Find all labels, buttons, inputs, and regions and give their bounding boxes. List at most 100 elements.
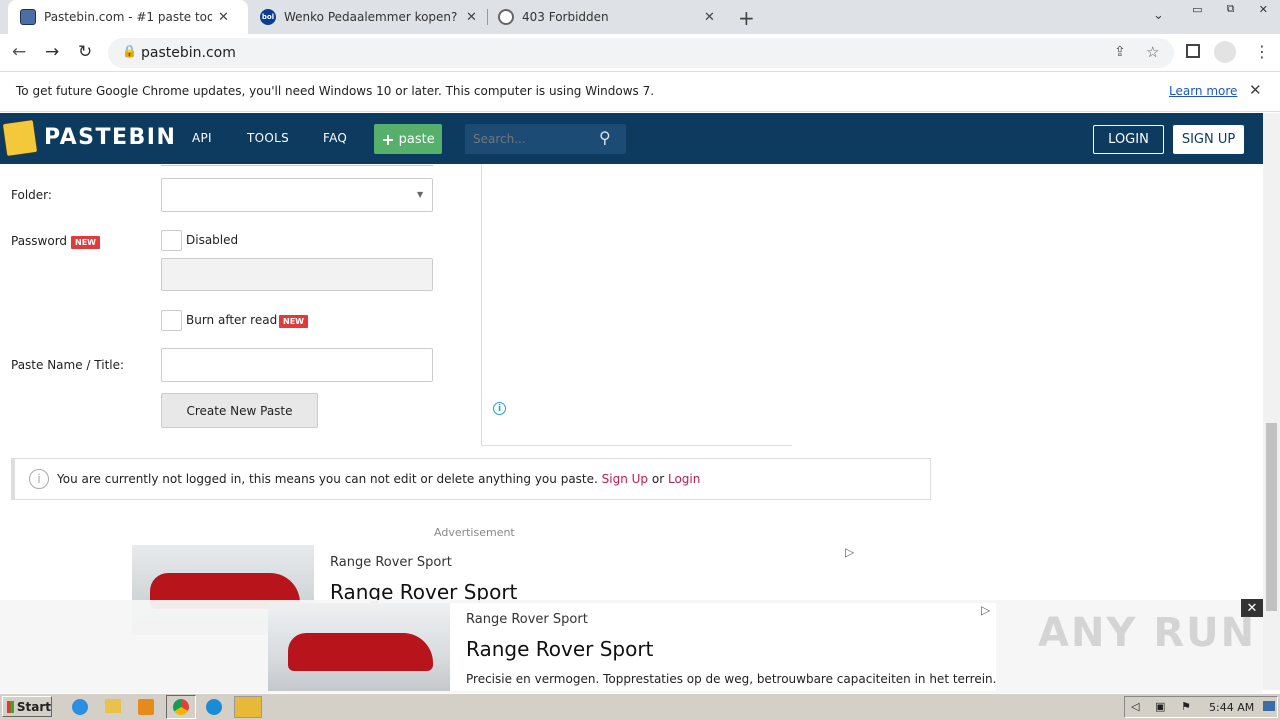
restore-icon[interactable]: ⧉ [1227,2,1235,16]
nav-faq[interactable]: FAQ [323,131,347,145]
previous-field-edge [161,164,433,166]
chevron-down-icon: ▼ [417,190,424,199]
password-label: Password [11,234,68,248]
bol-icon: bol [260,9,276,25]
explorer-icon[interactable] [105,699,121,713]
new-badge: NEW [71,236,100,249]
back-icon[interactable]: ← [12,42,26,62]
tab-title: Pastebin.com - #1 paste tool since 2002! [44,10,212,24]
search-input[interactable] [465,124,595,154]
profile-avatar-icon[interactable] [1214,41,1236,63]
learn-more-link[interactable]: Learn more [1169,84,1237,98]
notice-login-link[interactable]: Login [668,472,700,486]
paste-title-label: Paste Name / Title: [11,358,125,372]
chrome-icon [173,699,189,715]
login-button[interactable]: LOGIN [1093,125,1164,154]
edge-icon[interactable] [206,699,222,715]
lock-icon: 🔒 [122,44,137,58]
info-icon: i [29,469,49,489]
search-icon[interactable]: ⚲ [599,128,611,147]
globe-icon [498,9,514,25]
new-paste-button[interactable]: + paste [374,124,442,154]
tab-bol[interactable]: bol Wenko Pedaalemmer kopen? Alle Pedaal… [250,0,486,34]
logo-text: PASTEBIN [44,125,177,150]
url-text: pastebin.com [141,45,236,61]
taskbar: Start ◁ ▣ ⚑ 5:44 AM [0,693,1280,720]
show-desktop-icon[interactable] [1263,701,1275,711]
ie-icon[interactable] [72,699,88,715]
create-new-paste-button[interactable]: Create New Paste [161,393,318,428]
tab-forbidden[interactable]: 403 Forbidden ✕ [488,0,724,34]
infobar-text: To get future Google Chrome updates, you… [16,84,655,98]
car-shape [288,633,433,671]
clock[interactable]: 5:44 AM [1209,701,1254,714]
password-checkbox[interactable] [161,230,182,251]
nav-api[interactable]: API [192,131,212,145]
start-button[interactable]: Start [2,696,52,717]
bookmark-star-icon[interactable]: ☆ [1146,43,1159,61]
notice-row: You are currently not logged in, this me… [57,472,700,486]
sticky-ad-body: Precisie en vermogen. Topprestaties op d… [466,672,997,686]
address-bar[interactable]: 🔒 pastebin.com ⇪ ☆ [108,38,1174,68]
ad-info-icon[interactable]: i [493,402,506,415]
logo-icon [1,118,39,158]
close-infobar-icon[interactable]: ✕ [1249,81,1262,99]
system-tray: ◁ ▣ ⚑ 5:44 AM [1124,696,1278,718]
paste-title-input[interactable] [161,348,433,382]
burn-after-read-label: Burn after read [186,313,278,327]
forward-icon[interactable]: → [45,42,59,62]
burn-after-read-checkbox[interactable] [161,310,182,331]
password-input[interactable] [161,258,433,291]
sticky-ad-brand: Range Rover Sport [466,612,588,627]
windows-flag-icon [7,700,14,713]
pastebin-icon [20,9,36,25]
plus-icon: + [381,129,395,149]
close-tab-icon[interactable]: ✕ [704,10,715,25]
ad-choices-icon[interactable]: ▷ [845,545,854,559]
disabled-label: Disabled [186,233,239,247]
network-icon[interactable]: ▣ [1155,700,1165,713]
volume-icon[interactable]: ◁ [1131,700,1139,713]
notice-signup-link[interactable]: Sign Up [602,472,648,486]
media-player-icon[interactable] [138,699,154,715]
side-ad-frame: i [481,164,792,446]
new-badge: NEW [279,315,308,328]
close-window-icon[interactable]: ✕ [1259,3,1268,16]
tab-pastebin[interactable]: Pastebin.com - #1 paste tool since 2002!… [8,0,248,34]
signup-button[interactable]: SIGN UP [1173,125,1244,154]
side-panel-icon[interactable] [1186,44,1200,58]
close-tab-icon[interactable]: ✕ [466,10,477,25]
anyrun-watermark: ANY RUN [1038,610,1257,656]
login-notice: i You are currently not logged in, this … [11,458,931,500]
reload-icon[interactable]: ↻ [78,42,92,62]
app-icon[interactable] [234,696,262,718]
menu-kebab-icon[interactable]: ⋮ [1254,42,1270,61]
scrollbar-thumb[interactable] [1266,423,1277,611]
update-infobar: To get future Google Chrome updates, you… [0,72,1280,112]
new-tab-icon[interactable]: + [738,6,755,30]
tab-title: 403 Forbidden [522,10,609,24]
close-tab-icon[interactable]: ✕ [218,10,229,25]
nav-tools[interactable]: TOOLS [247,131,289,145]
chrome-taskbar-button[interactable] [166,695,196,719]
minimize-icon[interactable]: ▭ [1192,3,1202,16]
page-scrollbar[interactable] [1263,113,1280,690]
search-box[interactable]: ⚲ [465,124,626,154]
flag-icon[interactable]: ⚑ [1181,700,1191,713]
sticky-ad[interactable]: Range Rover Sport Range Rover Sport Prec… [268,603,996,691]
window-controls: ▭ ⧉ ✕ [1180,0,1280,18]
sticky-ad-car-image[interactable] [268,603,450,691]
pastebin-logo[interactable]: PASTEBIN [0,113,175,164]
folder-label: Folder: [11,188,52,202]
share-icon[interactable]: ⇪ [1114,44,1126,60]
notice-or: or [651,472,665,486]
ad-brand[interactable]: Range Rover Sport [330,555,452,570]
folder-select[interactable]: ▼ [161,178,433,212]
notice-text: You are currently not logged in, this me… [57,472,598,486]
tab-title: Wenko Pedaalemmer kopen? Alle Pedaalemme… [284,10,460,24]
start-label: Start [16,699,51,714]
tab-search-chevron-icon[interactable]: ⌄ [1153,8,1164,23]
ad-choices-icon[interactable]: ▷ [981,603,990,617]
paste-button-label: paste [398,131,435,147]
advertisement-label: Advertisement [434,526,515,539]
